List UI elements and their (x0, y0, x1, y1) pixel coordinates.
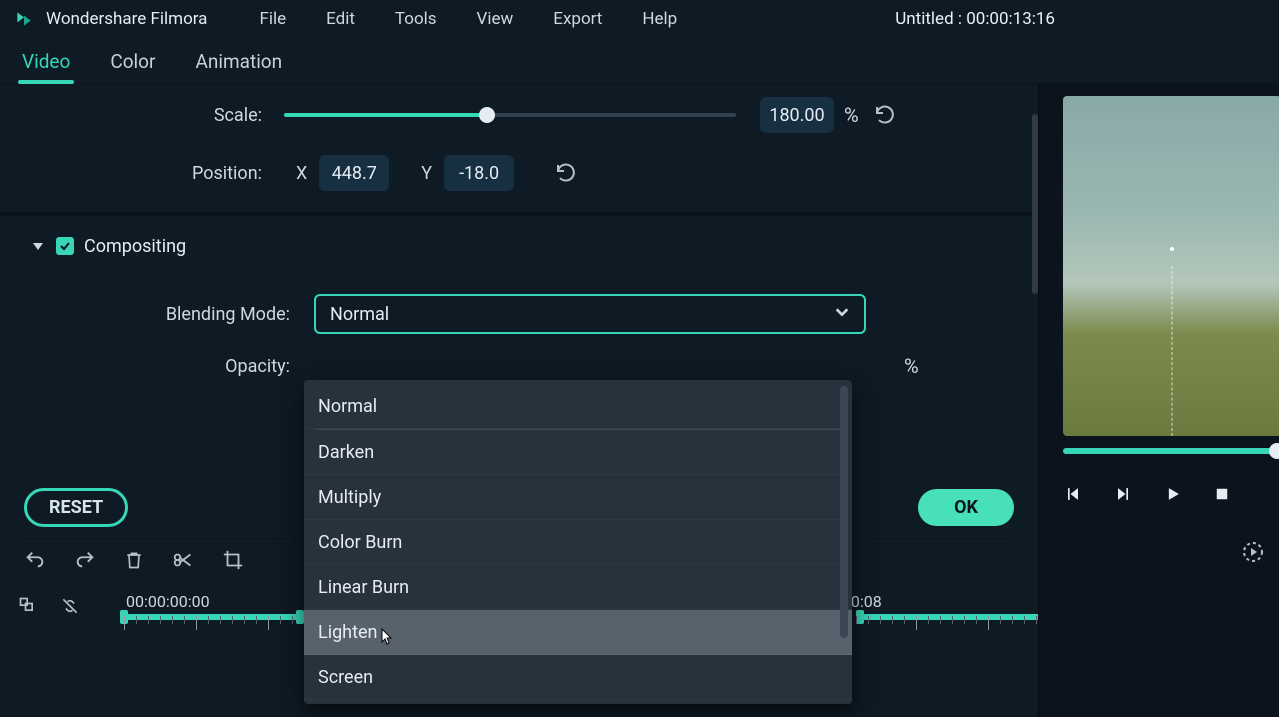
compositing-section-header[interactable]: Compositing (30, 228, 968, 264)
delete-button[interactable] (124, 549, 144, 575)
reset-button[interactable]: RESET (24, 488, 128, 527)
scale-reset-button[interactable] (873, 103, 897, 127)
position-y-label: Y (421, 163, 432, 184)
play-icon (1163, 484, 1183, 504)
compositing-checkbox[interactable] (56, 237, 74, 255)
menu-view[interactable]: View (461, 9, 530, 29)
blending-mode-dropdown: Normal Darken Multiply Color Burn Linear… (304, 380, 852, 704)
app-logo-icon (14, 9, 34, 29)
opacity-unit: % (904, 354, 919, 378)
scale-slider-thumb[interactable] (479, 107, 495, 123)
trash-icon (124, 549, 144, 571)
preview-panel (1038, 84, 1279, 717)
inspector-panel: Scale: 180.00 % Position: X 448.7 Y -18.… (0, 84, 1038, 717)
undo-button[interactable] (24, 549, 46, 575)
menu-edit[interactable]: Edit (310, 9, 371, 29)
blending-option-lighten[interactable]: Lighten (304, 610, 852, 655)
preview-progress-thumb[interactable] (1269, 443, 1279, 459)
step-back-button[interactable] (1063, 484, 1083, 508)
stop-icon (1213, 485, 1231, 503)
project-title-timecode: Untitled : 00:00:13:16 (895, 9, 1265, 29)
blending-option-normal[interactable]: Normal (304, 384, 852, 429)
position-x-label: X (296, 163, 307, 184)
redo-button[interactable] (74, 549, 96, 575)
render-preview-button[interactable] (1241, 540, 1265, 568)
app-title: Wondershare Filmora (46, 9, 207, 29)
reset-icon (873, 103, 897, 127)
blending-option-darken[interactable]: Darken (304, 430, 852, 475)
blending-mode-label: Blending Mode: (64, 304, 314, 325)
position-x-field[interactable]: 448.7 (319, 155, 389, 191)
disclosure-triangle-icon[interactable] (30, 238, 46, 254)
opacity-row: Opacity: % (64, 354, 968, 378)
layers-icon (18, 596, 38, 616)
transport-controls (1063, 484, 1273, 508)
timeline-label-0: 00:00:00:00 (126, 592, 210, 611)
preview-center-guideline (1172, 266, 1173, 436)
render-icon (1241, 540, 1265, 564)
scale-label: Scale: (64, 105, 284, 126)
menu-file[interactable]: File (243, 9, 302, 29)
timeline-unlink-button[interactable] (60, 596, 80, 616)
opacity-label: Opacity: (64, 356, 314, 377)
tab-animation[interactable]: Animation (191, 42, 286, 83)
scale-value-field[interactable]: 180.00 (760, 97, 834, 133)
position-reset-button[interactable] (554, 161, 578, 185)
compositing-title: Compositing (84, 236, 186, 257)
dropdown-scrollbar[interactable] (840, 386, 848, 638)
blending-option-color-burn[interactable]: Color Burn (304, 520, 852, 565)
tab-color[interactable]: Color (106, 42, 159, 83)
video-preview[interactable] (1063, 96, 1279, 436)
scale-slider[interactable] (284, 113, 736, 117)
redo-icon (74, 549, 96, 571)
step-forward-button[interactable] (1113, 484, 1133, 508)
scissors-icon (172, 549, 194, 571)
chevron-down-icon (834, 304, 850, 325)
stop-button[interactable] (1213, 485, 1231, 507)
scale-row: Scale: 180.00 % (64, 94, 968, 136)
undo-icon (24, 549, 46, 571)
blending-mode-select[interactable]: Normal (314, 294, 866, 334)
play-button[interactable] (1163, 484, 1183, 508)
section-divider (0, 212, 1032, 216)
inspector-tabbar: Video Color Animation (0, 38, 1279, 84)
menu-help[interactable]: Help (626, 9, 693, 29)
menubar: Wondershare Filmora File Edit Tools View… (0, 0, 1279, 38)
blending-option-multiply[interactable]: Multiply (304, 475, 852, 520)
timeline-layers-button[interactable] (18, 596, 38, 616)
crop-icon (222, 549, 244, 571)
position-label: Position: (64, 163, 284, 184)
menu-export[interactable]: Export (537, 9, 618, 29)
crop-button[interactable] (222, 549, 244, 575)
reset-icon (554, 161, 578, 185)
position-row: Position: X 448.7 Y -18.0 (64, 152, 968, 194)
cut-button[interactable] (172, 549, 194, 575)
blending-option-linear-burn[interactable]: Linear Burn (304, 565, 852, 610)
step-forward-icon (1113, 484, 1133, 504)
tab-video[interactable]: Video (18, 42, 74, 83)
step-backward-icon (1063, 484, 1083, 504)
unlink-icon (60, 596, 80, 616)
menu-tools[interactable]: Tools (379, 9, 453, 29)
position-y-field[interactable]: -18.0 (444, 155, 514, 191)
preview-progress-slider[interactable] (1063, 448, 1279, 454)
blending-mode-selected-value: Normal (330, 304, 389, 325)
scale-unit: % (844, 103, 859, 127)
blending-option-screen[interactable]: Screen (304, 655, 852, 700)
ok-button[interactable]: OK (918, 489, 1014, 526)
preview-center-marker-icon (1170, 247, 1174, 251)
blending-mode-row: Blending Mode: Normal (64, 294, 968, 334)
